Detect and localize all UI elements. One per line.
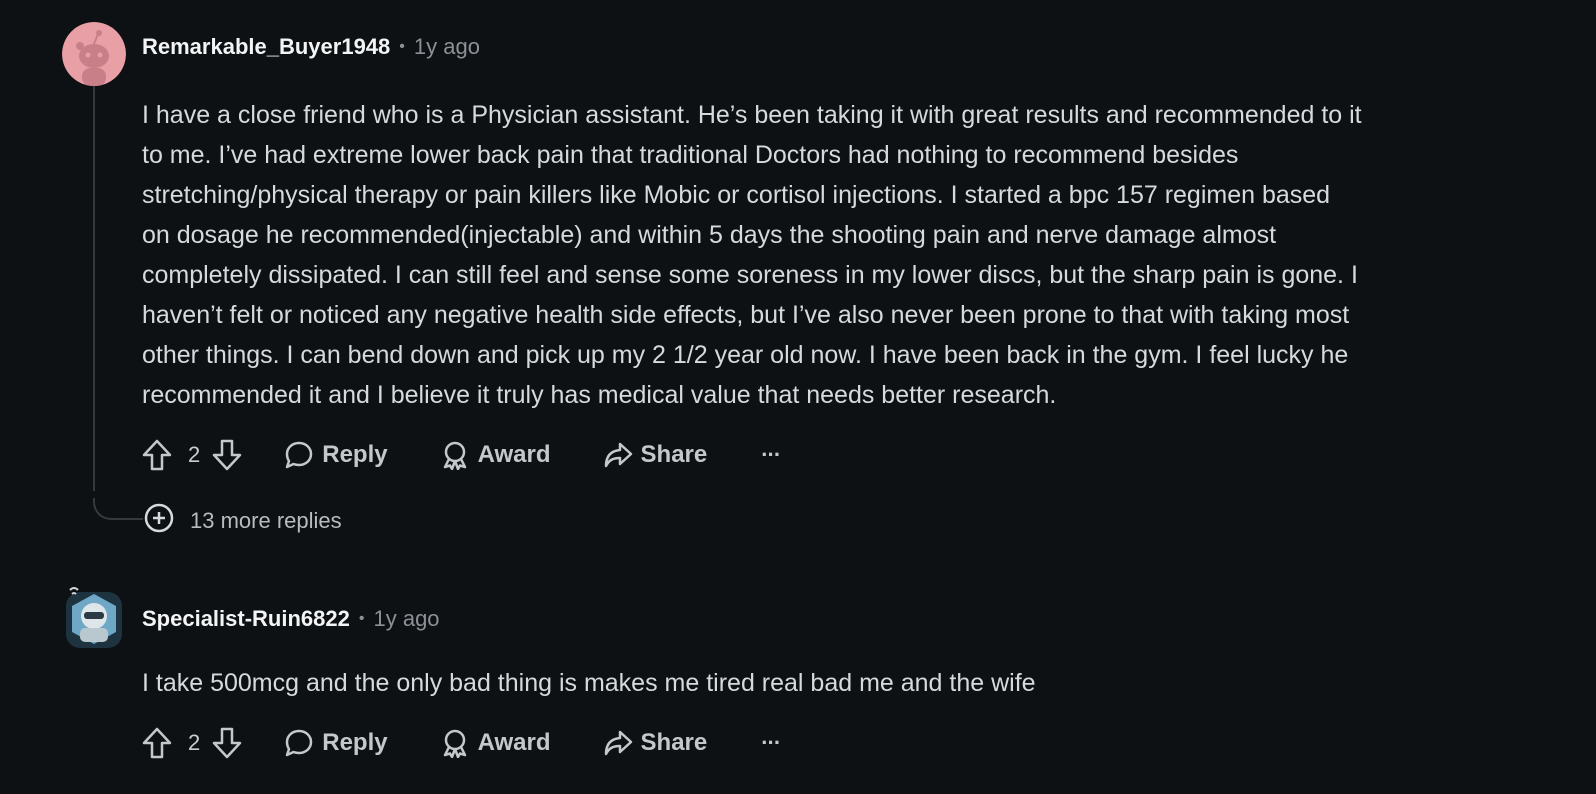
reply-label: Reply (322, 441, 388, 468)
username[interactable]: Specialist-Ruin6822 (142, 606, 350, 632)
share-button[interactable]: Share (603, 440, 708, 470)
reply-button[interactable]: Reply (284, 728, 388, 758)
meta-separator: • (399, 38, 405, 55)
share-label: Share (640, 729, 708, 756)
vote-group: 2 (142, 727, 242, 759)
comment-line: I have a close friend who is a Physician… (142, 101, 1362, 129)
share-icon (603, 728, 633, 758)
comment-actions: 2 Reply Award Share ··· (142, 723, 781, 763)
award-label: Award (477, 441, 551, 468)
award-button[interactable]: Award (440, 728, 551, 758)
overflow-menu-button[interactable]: ··· (761, 442, 781, 468)
comment-meta: Specialist-Ruin6822 • 1y ago (142, 606, 440, 632)
upvote-icon[interactable] (142, 439, 172, 471)
downvote-icon[interactable] (212, 439, 242, 471)
award-icon (440, 728, 470, 758)
award-label: Award (477, 729, 551, 756)
downvote-icon[interactable] (212, 727, 242, 759)
vote-score: 2 (188, 730, 201, 755)
share-label: Share (640, 441, 708, 468)
expand-icon (144, 503, 174, 539)
reply-icon (284, 440, 314, 470)
comment-line: I take 500mcg and the only bad thing is … (142, 669, 1036, 697)
comment-line: stretching/physical therapy or pain kill… (142, 181, 1331, 209)
avatar[interactable] (62, 22, 126, 86)
vote-score: 2 (188, 442, 201, 467)
timestamp[interactable]: 1y ago (373, 606, 439, 632)
avatar[interactable] (62, 586, 126, 650)
share-icon (603, 440, 633, 470)
comment-line: haven’t felt or noticed any negative hea… (142, 301, 1350, 329)
meta-separator: • (358, 610, 365, 627)
overflow-menu-button[interactable]: ··· (761, 730, 781, 756)
comment-body: I have a close friend who is a Physician… (142, 95, 1512, 415)
reply-label: Reply (322, 729, 388, 756)
thread-line[interactable] (93, 86, 95, 491)
share-button[interactable]: Share (603, 728, 708, 758)
comment-line: recommended it and I believe it truly ha… (142, 381, 1057, 409)
overflow-icon: ··· (761, 442, 781, 467)
comment-line: completely dissipated. I can still feel … (142, 261, 1358, 289)
comment-line: to me. I’ve had extreme lower back pain … (142, 141, 1239, 169)
thread-line-curve (93, 498, 143, 520)
reply-icon (284, 728, 314, 758)
comment-line: other things. I can bend down and pick u… (142, 341, 1349, 369)
comment-meta: Remarkable_Buyer1948 • 1y ago (142, 34, 480, 60)
vote-group: 2 (142, 439, 242, 471)
more-replies-label: 13 more replies (190, 508, 342, 533)
more-replies-button[interactable]: 13 more replies (144, 503, 342, 539)
comment-body: I take 500mcg and the only bad thing is … (142, 663, 1512, 703)
comment-actions: 2 Reply Award Share ··· (142, 435, 781, 475)
award-button[interactable]: Award (440, 440, 551, 470)
comment-line: on dosage he recommended(injectable) and… (142, 221, 1277, 249)
award-icon (440, 440, 470, 470)
overflow-icon: ··· (761, 730, 781, 755)
reply-button[interactable]: Reply (284, 440, 388, 470)
upvote-icon[interactable] (142, 727, 172, 759)
username[interactable]: Remarkable_Buyer1948 (142, 34, 390, 60)
timestamp[interactable]: 1y ago (414, 34, 480, 60)
